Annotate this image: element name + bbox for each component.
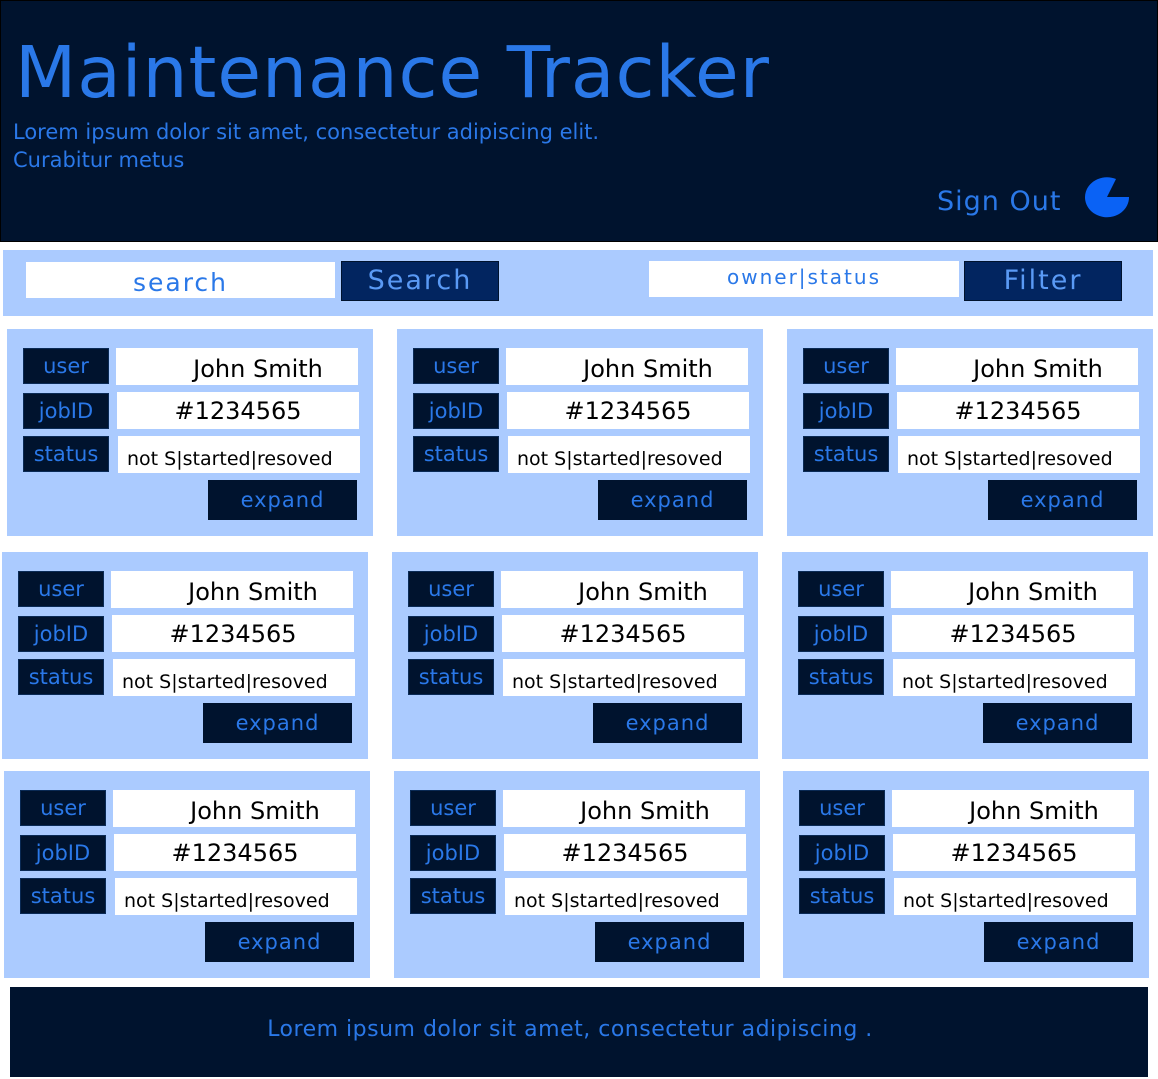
job-id-label: jobID bbox=[410, 835, 496, 871]
user-label: user bbox=[18, 571, 104, 607]
status-label: status bbox=[803, 436, 889, 472]
job-card: user John Smith jobID #1234565 status no… bbox=[787, 329, 1153, 536]
job-id-label: jobID bbox=[798, 616, 884, 652]
user-value: John Smith bbox=[506, 348, 748, 385]
user-label: user bbox=[413, 348, 499, 384]
pie-icon[interactable] bbox=[1081, 175, 1133, 219]
sign-out-button[interactable]: Sign Out bbox=[937, 186, 1061, 217]
expand-button[interactable]: expand bbox=[205, 922, 354, 962]
user-value: John Smith bbox=[896, 348, 1138, 385]
status-value: not S|started|resoved bbox=[508, 436, 750, 473]
page-title: Maintenance Tracker bbox=[15, 31, 770, 114]
job-id-label: jobID bbox=[803, 393, 889, 429]
status-label: status bbox=[20, 878, 106, 914]
footer: Lorem ipsum dolor sit amet, consectetur … bbox=[10, 987, 1148, 1077]
job-id-value: #1234565 bbox=[114, 834, 356, 871]
user-value: John Smith bbox=[113, 790, 355, 827]
job-id-value: #1234565 bbox=[893, 834, 1135, 871]
status-label: status bbox=[799, 878, 885, 914]
job-card: user John Smith jobID #1234565 status no… bbox=[394, 771, 760, 978]
user-label: user bbox=[799, 790, 885, 826]
job-card: user John Smith jobID #1234565 status no… bbox=[392, 552, 758, 759]
job-card: user John Smith jobID #1234565 status no… bbox=[4, 771, 370, 978]
expand-button[interactable]: expand bbox=[984, 922, 1133, 962]
subtitle-line-2: Curabitur metus bbox=[13, 148, 185, 172]
job-card: user John Smith jobID #1234565 status no… bbox=[397, 329, 763, 536]
footer-text: Lorem ipsum dolor sit amet, consectetur … bbox=[267, 1017, 873, 1042]
status-value: not S|started|resoved bbox=[113, 659, 355, 696]
expand-button[interactable]: expand bbox=[208, 480, 357, 520]
job-id-value: #1234565 bbox=[897, 392, 1139, 429]
job-id-value: #1234565 bbox=[117, 392, 359, 429]
expand-button[interactable]: expand bbox=[598, 480, 747, 520]
user-value: John Smith bbox=[501, 571, 743, 608]
status-value: not S|started|resoved bbox=[893, 659, 1135, 696]
user-value: John Smith bbox=[892, 790, 1134, 827]
job-id-value: #1234565 bbox=[502, 615, 744, 652]
job-id-label: jobID bbox=[799, 835, 885, 871]
job-id-value: #1234565 bbox=[112, 615, 354, 652]
filter-button[interactable]: Filter bbox=[964, 261, 1122, 301]
status-label: status bbox=[18, 659, 104, 695]
status-label: status bbox=[413, 436, 499, 472]
status-value: not S|started|resoved bbox=[503, 659, 745, 696]
user-value: John Smith bbox=[503, 790, 745, 827]
expand-button[interactable]: expand bbox=[203, 703, 352, 743]
status-value: not S|started|resoved bbox=[898, 436, 1140, 473]
status-value: not S|started|resoved bbox=[894, 878, 1136, 915]
expand-button[interactable]: expand bbox=[983, 703, 1132, 743]
user-label: user bbox=[20, 790, 106, 826]
status-label: status bbox=[408, 659, 494, 695]
job-id-label: jobID bbox=[408, 616, 494, 652]
job-id-label: jobID bbox=[413, 393, 499, 429]
job-card: user John Smith jobID #1234565 status no… bbox=[2, 552, 368, 759]
search-toolbar: Search Filter bbox=[3, 250, 1153, 316]
job-id-value: #1234565 bbox=[892, 615, 1134, 652]
expand-button[interactable]: expand bbox=[595, 922, 744, 962]
expand-button[interactable]: expand bbox=[593, 703, 742, 743]
filter-input[interactable] bbox=[649, 261, 959, 297]
status-value: not S|started|resoved bbox=[118, 436, 360, 473]
user-label: user bbox=[408, 571, 494, 607]
job-id-label: jobID bbox=[18, 616, 104, 652]
subtitle-line-1: Lorem ipsum dolor sit amet, consectetur … bbox=[13, 120, 600, 144]
status-label: status bbox=[410, 878, 496, 914]
header: Maintenance Tracker Lorem ipsum dolor si… bbox=[0, 0, 1158, 242]
job-card: user John Smith jobID #1234565 status no… bbox=[782, 552, 1148, 759]
status-label: status bbox=[798, 659, 884, 695]
user-label: user bbox=[410, 790, 496, 826]
job-id-label: jobID bbox=[23, 393, 109, 429]
user-label: user bbox=[803, 348, 889, 384]
status-label: status bbox=[23, 436, 109, 472]
search-button[interactable]: Search bbox=[341, 261, 499, 301]
job-card: user John Smith jobID #1234565 status no… bbox=[7, 329, 373, 536]
search-input[interactable] bbox=[26, 262, 335, 298]
job-id-value: #1234565 bbox=[504, 834, 746, 871]
user-label: user bbox=[23, 348, 109, 384]
page-subtitle: Lorem ipsum dolor sit amet, consectetur … bbox=[13, 118, 733, 174]
user-label: user bbox=[798, 571, 884, 607]
user-value: John Smith bbox=[891, 571, 1133, 608]
job-card: user John Smith jobID #1234565 status no… bbox=[783, 771, 1149, 978]
status-value: not S|started|resoved bbox=[115, 878, 357, 915]
job-id-label: jobID bbox=[20, 835, 106, 871]
expand-button[interactable]: expand bbox=[988, 480, 1137, 520]
status-value: not S|started|resoved bbox=[505, 878, 747, 915]
user-value: John Smith bbox=[111, 571, 353, 608]
job-id-value: #1234565 bbox=[507, 392, 749, 429]
user-value: John Smith bbox=[116, 348, 358, 385]
